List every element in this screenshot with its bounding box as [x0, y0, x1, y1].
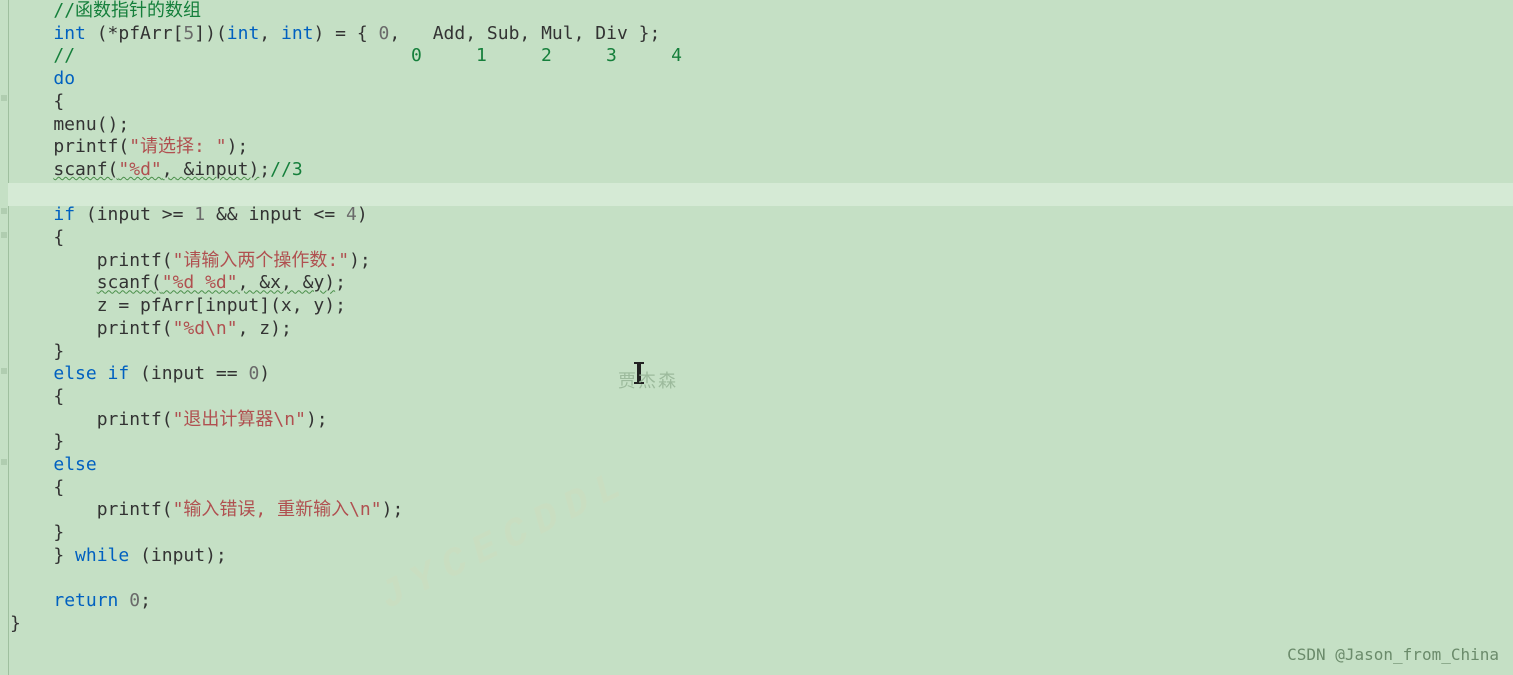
- code-text[interactable]: //函数指针的数组 int (*pfArr[5])(int, int) = { …: [0, 0, 1513, 636]
- keyword-do: do: [53, 68, 75, 89]
- keyword-int: int: [53, 23, 86, 44]
- comment: // 0 1 2 3 4: [53, 45, 682, 66]
- credit-text: CSDN @Jason_from_China: [1287, 644, 1499, 667]
- comment: //函数指针的数组: [53, 0, 201, 21]
- code-editor[interactable]: //函数指针的数组 int (*pfArr[5])(int, int) = { …: [0, 0, 1513, 675]
- scanf-warning: scanf(: [53, 159, 118, 180]
- scanf-warning: scanf(: [97, 272, 162, 293]
